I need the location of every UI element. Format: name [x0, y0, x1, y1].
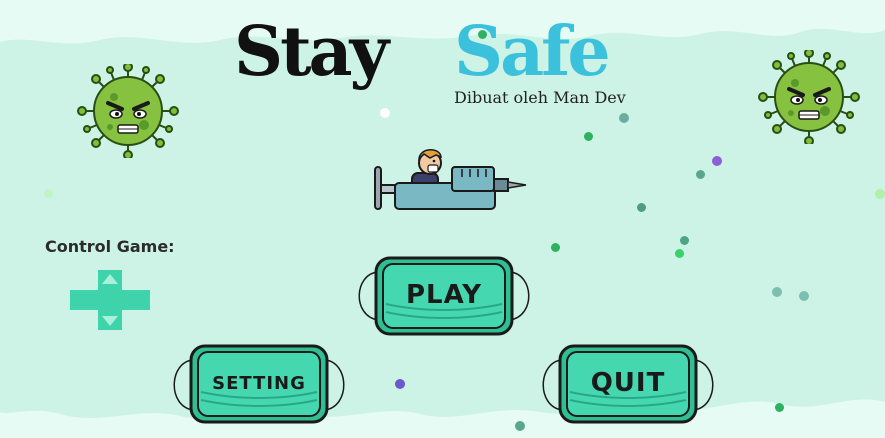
quit-label: QUIT: [590, 368, 666, 398]
particle-dot: [875, 189, 885, 199]
player-syringe-plane: [374, 149, 527, 210]
control-game-label: Control Game:: [45, 237, 175, 256]
particle-dot: [775, 403, 784, 412]
setting-label: SETTING: [212, 373, 306, 394]
virus-icon: [77, 64, 179, 158]
particle-dot: [696, 170, 705, 179]
particle-dot: [584, 132, 593, 141]
particle-dot: [515, 421, 525, 431]
dpad-icon: [70, 270, 150, 330]
game-title: Stay Safe Dibuat oleh Man Dev: [232, 18, 662, 110]
particle-dot: [44, 189, 53, 198]
particle-dot: [637, 203, 646, 212]
particle-dot: [675, 249, 684, 258]
particle-dot: [395, 379, 405, 389]
title-safe: Safe: [454, 12, 611, 92]
virus-icon: [758, 50, 860, 144]
particle-dot: [551, 243, 560, 252]
quit-button[interactable]: QUIT: [536, 344, 720, 426]
game-menu-screen: Stay Safe Dibuat oleh Man Dev Control Ga…: [0, 0, 885, 438]
title-stay: Stay: [234, 12, 389, 92]
play-label: PLAY: [405, 280, 483, 310]
particle-dot: [799, 291, 809, 301]
setting-button[interactable]: SETTING: [167, 344, 351, 426]
particle-dot: [712, 156, 722, 166]
particle-dot: [619, 113, 629, 123]
particle-dot: [680, 236, 689, 245]
subtitle: Dibuat oleh Man Dev: [454, 88, 626, 107]
particle-dot: [772, 287, 782, 297]
play-button[interactable]: PLAY: [352, 254, 536, 338]
